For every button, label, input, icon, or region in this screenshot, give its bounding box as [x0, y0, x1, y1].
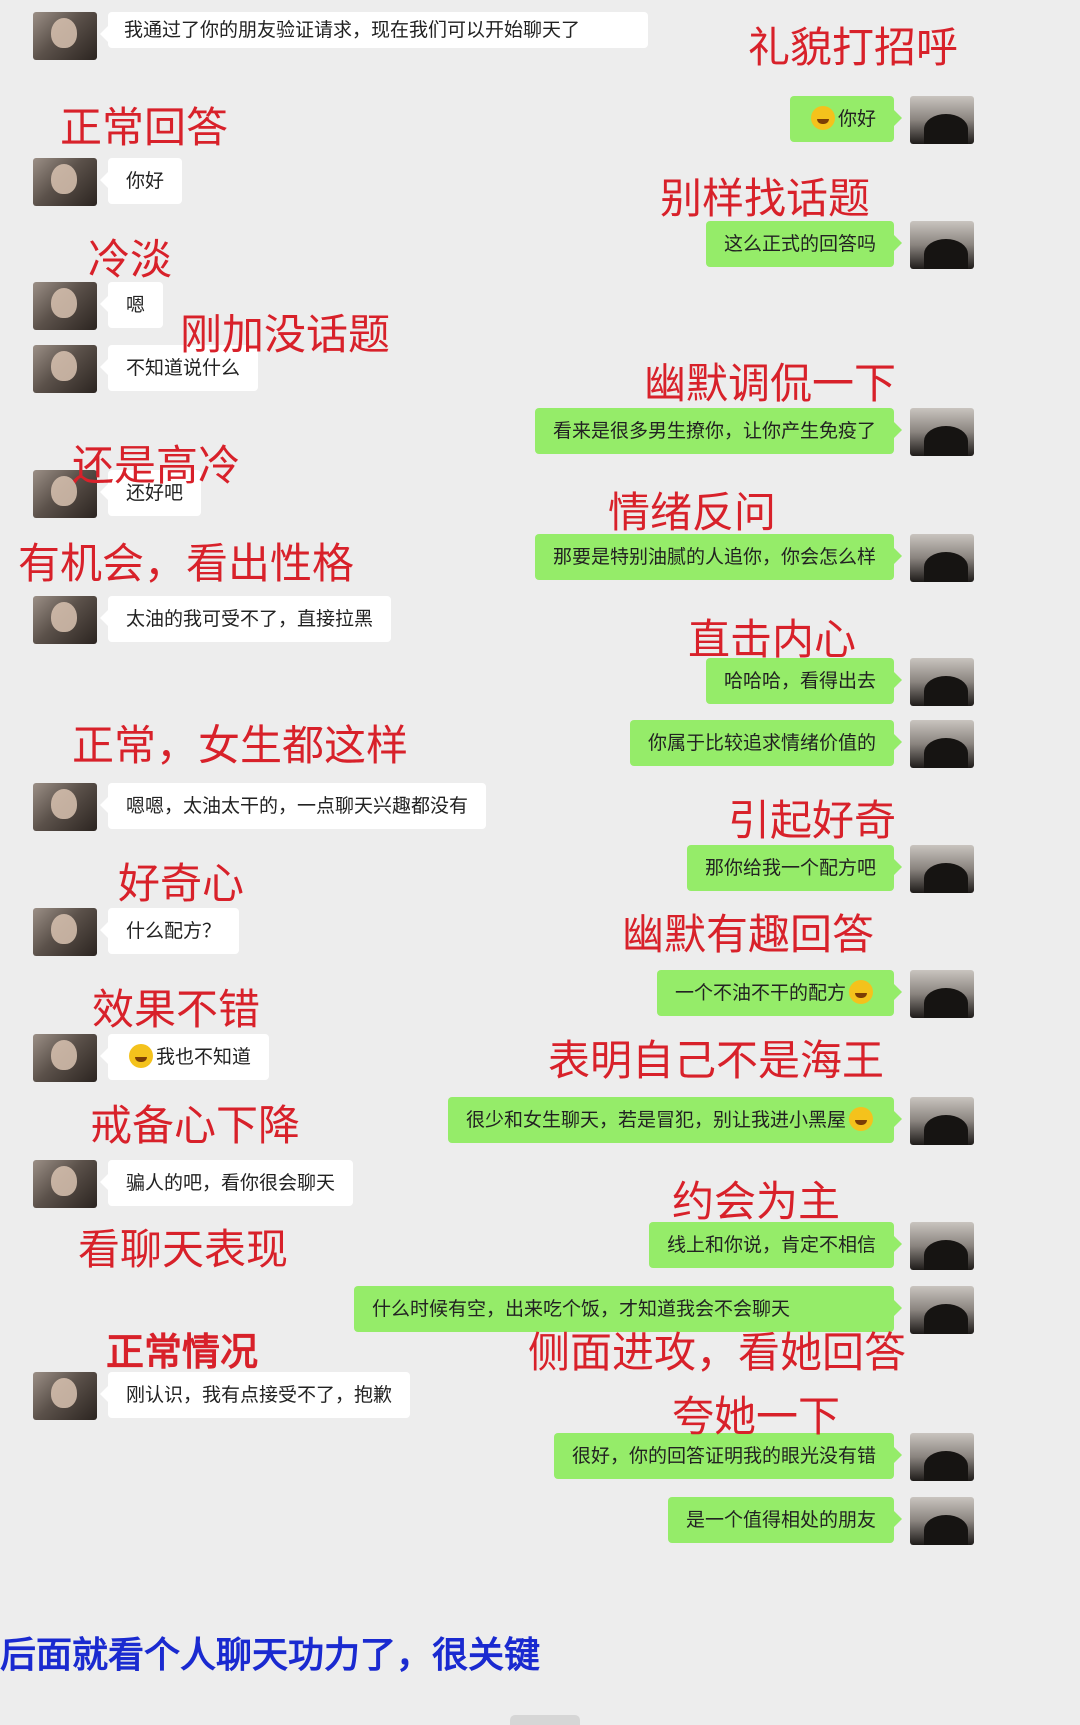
message-text: 不知道说什么 — [126, 357, 241, 379]
avatar-girl[interactable] — [33, 596, 97, 644]
avatar-girl[interactable] — [33, 12, 97, 60]
message-text: 那要是特别油腻的人追你，你会怎么样 — [552, 546, 876, 568]
message-text: 什么时候有空，出来吃个饭，才知道我会不会聊天 — [372, 1298, 791, 1320]
message-bubble-left[interactable]: 我也不知道 — [99, 1034, 270, 1080]
avatar-boy[interactable] — [910, 408, 974, 456]
message-text: 我通过了你的朋友验证请求，现在我们可以开始聊天了 — [124, 19, 581, 41]
message-text: 是一个值得相处的朋友 — [685, 1509, 876, 1531]
message-text: 一个不油不干的配方 — [674, 982, 846, 1004]
annotation: 正常回答 — [60, 103, 229, 152]
annotation: 正常，女生都这样 — [72, 721, 409, 770]
message-bubble-right[interactable]: 一个不油不干的配方 — [656, 970, 903, 1016]
message-bubble-right[interactable]: 你属于比较追求情绪价值的 — [629, 720, 903, 766]
avatar-girl[interactable] — [33, 282, 97, 330]
message-text: 你好 — [837, 108, 876, 130]
message-bubble-left[interactable]: 我通过了你的朋友验证请求，现在我们可以开始聊天了 — [100, 12, 648, 48]
annotation: 情绪反问 — [608, 488, 777, 537]
avatar-boy[interactable] — [910, 1222, 974, 1270]
message-bubble-left[interactable]: 嗯嗯，太油太干的，一点聊天兴趣都没有 — [99, 783, 487, 829]
avatar-boy[interactable] — [910, 1097, 974, 1145]
annotation: 直击内心 — [688, 615, 857, 664]
message-bubble-right[interactable]: 很少和女生聊天，若是冒犯，别让我进小黑屋 — [447, 1097, 903, 1143]
avatar-girl[interactable] — [33, 1372, 97, 1420]
annotation: 看聊天表现 — [78, 1225, 289, 1274]
message-bubble-left[interactable]: 刚认识，我有点接受不了，抱歉 — [99, 1372, 411, 1418]
message-bubble-left[interactable]: 太油的我可受不了，直接拉黑 — [99, 596, 392, 642]
avatar-boy[interactable] — [910, 658, 974, 706]
annotation: 有机会，看出性格 — [18, 539, 355, 588]
shy-emoji-icon — [849, 1107, 873, 1131]
avatar-girl[interactable] — [33, 1160, 97, 1208]
message-text: 我也不知道 — [156, 1046, 252, 1068]
message-text: 这么正式的回答吗 — [723, 233, 876, 255]
annotation: 礼貌打招呼 — [748, 23, 959, 72]
annotation: 幽默有趣回答 — [622, 910, 875, 959]
message-text: 很少和女生聊天，若是冒犯，别让我进小黑屋 — [465, 1109, 846, 1131]
message-bubble-right[interactable]: 那你给我一个配方吧 — [686, 845, 903, 891]
avatar-boy[interactable] — [910, 845, 974, 893]
annotation: 夸她一下 — [672, 1392, 841, 1441]
message-bubble-right[interactable]: 哈哈哈，看得出去 — [705, 658, 903, 704]
annotation: 正常情况 — [106, 1330, 259, 1374]
sweat-emoji-icon — [129, 1044, 153, 1068]
message-bubble-left[interactable]: 你好 — [99, 158, 183, 204]
message-text: 骗人的吧，看你很会聊天 — [126, 1172, 336, 1194]
avatar-girl[interactable] — [33, 158, 97, 206]
annotation: 约会为主 — [672, 1177, 841, 1226]
message-bubble-right[interactable]: 是一个值得相处的朋友 — [667, 1497, 903, 1543]
message-text: 嗯 — [126, 294, 146, 316]
scroll-indicator — [510, 1715, 580, 1725]
avatar-boy[interactable] — [910, 534, 974, 582]
annotation: 侧面进攻，看她回答 — [528, 1328, 907, 1377]
message-bubble-left[interactable]: 骗人的吧，看你很会聊天 — [99, 1160, 354, 1206]
annotation: 引起好奇 — [728, 796, 897, 845]
grin-emoji-icon — [849, 980, 873, 1004]
message-bubble-right[interactable]: 那要是特别油腻的人追你，你会怎么样 — [534, 534, 903, 580]
message-text: 哈哈哈，看得出去 — [723, 670, 876, 692]
avatar-boy[interactable] — [910, 1286, 974, 1334]
message-bubble-right[interactable]: 这么正式的回答吗 — [705, 221, 903, 267]
message-text: 嗯嗯，太油太干的，一点聊天兴趣都没有 — [126, 795, 469, 817]
message-text: 那你给我一个配方吧 — [704, 857, 876, 879]
message-bubble-right[interactable]: 线上和你说，肯定不相信 — [648, 1222, 903, 1268]
chat-screenshot: { "messages": [ {"side": "left", "text":… — [0, 0, 1080, 1725]
message-text: 很好，你的回答证明我的眼光没有错 — [571, 1445, 876, 1467]
avatar-girl[interactable] — [33, 783, 97, 831]
message-text: 线上和你说，肯定不相信 — [666, 1234, 876, 1256]
annotation: 刚加没话题 — [180, 310, 391, 359]
message-bubble-left[interactable]: 嗯 — [99, 282, 164, 328]
message-bubble-right[interactable]: 什么时候有空，出来吃个饭，才知道我会不会聊天 — [354, 1286, 902, 1332]
annotation: 好奇心 — [118, 859, 245, 908]
avatar-girl[interactable] — [33, 345, 97, 393]
annotation: 戒备心下降 — [90, 1101, 301, 1150]
avatar-boy[interactable] — [910, 1433, 974, 1481]
annotation: 效果不错 — [92, 985, 261, 1034]
annotation: 幽默调侃一下 — [644, 359, 897, 408]
avatar-boy[interactable] — [910, 221, 974, 269]
message-bubble-right[interactable]: 你好 — [789, 96, 903, 142]
annotation: 还是高冷 — [72, 441, 241, 490]
message-text: 看来是很多男生撩你，让你产生免疫了 — [552, 420, 876, 442]
footer-caption: 后面就看个人聊天功力了，很关键 — [0, 1634, 541, 1676]
avatar-boy[interactable] — [910, 720, 974, 768]
avatar-girl[interactable] — [33, 1034, 97, 1082]
message-text: 你好 — [126, 170, 165, 192]
smile-emoji-icon — [810, 106, 835, 130]
avatar-girl[interactable] — [33, 908, 97, 956]
avatar-boy[interactable] — [910, 1497, 974, 1545]
message-text: 什么配方？ — [126, 920, 222, 942]
annotation: 冷淡 — [88, 235, 173, 284]
message-text: 刚认识，我有点接受不了，抱歉 — [126, 1384, 393, 1406]
message-text: 你属于比较追求情绪价值的 — [647, 732, 876, 754]
message-bubble-left[interactable]: 什么配方？ — [99, 908, 240, 954]
avatar-boy[interactable] — [910, 970, 974, 1018]
annotation: 别样找话题 — [660, 174, 871, 223]
annotation: 表明自己不是海王 — [548, 1036, 885, 1085]
message-bubble-right[interactable]: 看来是很多男生撩你，让你产生免疫了 — [534, 408, 903, 454]
message-text: 太油的我可受不了，直接拉黑 — [126, 608, 374, 630]
avatar-boy[interactable] — [910, 96, 974, 144]
